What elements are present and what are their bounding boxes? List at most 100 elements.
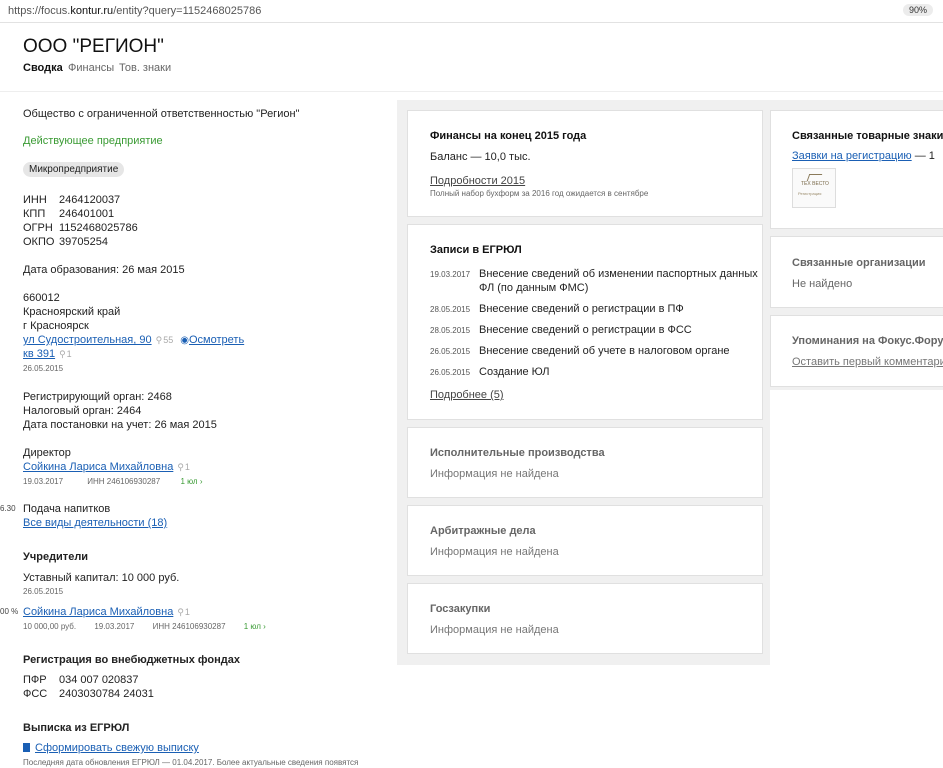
finance-balance: Баланс — 10,0 тыс.	[430, 151, 531, 163]
trademark-applications-link[interactable]: Заявки на регистрацию	[792, 150, 912, 162]
size-badge: Микропредприятие	[23, 162, 125, 177]
okved-code-edge: 6.30	[0, 504, 16, 513]
director-date: 19.03.2017	[23, 477, 64, 486]
fund-row-fss: ФСС 2403030784 24031	[23, 688, 154, 700]
address-street-row: ул Судостроительная, 90 ⚲55 ◉Осмотреть	[23, 334, 244, 346]
main-activity: Подача напитков	[23, 503, 111, 515]
tax-date: Дата постановки на учет: 26 мая 2015	[23, 419, 217, 431]
record-date: 19.03.2017	[430, 270, 471, 279]
finance-title: Финансы на конец 2015 года	[430, 130, 587, 142]
house-icon	[806, 174, 823, 181]
tax-organ: Налоговый орган: 2464	[23, 405, 142, 417]
founder-date: 19.03.2017	[94, 622, 135, 631]
apt-count: 1	[66, 349, 72, 359]
address-bar[interactable]: https://focus.kontur.ru/entity?query=115…	[0, 0, 943, 23]
director-inn: ИНН 246106930287	[87, 477, 161, 486]
url-text[interactable]: https://focus.kontur.ru/entity?query=115…	[8, 5, 261, 17]
forum-comment-link[interactable]: Оставить первый комментарий	[792, 356, 943, 368]
funds-heading: Регистрация во внебюджетных фондах	[23, 654, 240, 666]
related-orgs-card: Связанные организации Не найдено	[770, 236, 943, 308]
id-row-okpo: ОКПО 39705254	[23, 236, 108, 248]
finance-note: Полный набор бухформ за 2016 год ожидает…	[430, 189, 649, 198]
exec-title: Исполнительные производства	[430, 447, 605, 459]
related-orgs-text: Не найдено	[792, 278, 853, 290]
egrul-more-link[interactable]: Подробнее (5)	[430, 389, 504, 401]
founded-date: Дата образования: 26 мая 2015	[23, 264, 185, 276]
url-host: kontur.ru	[70, 5, 114, 17]
fund-label: ФСС	[23, 688, 48, 700]
id-row-kpp: КПП 246401001	[23, 208, 114, 220]
document-icon	[23, 743, 30, 752]
search-icon[interactable]: ⚲	[156, 335, 163, 345]
inspect-link[interactable]: Осмотреть	[189, 334, 244, 346]
fund-row-pfr: ПФР 034 007 020837	[23, 674, 139, 686]
id-label: ОКПО	[23, 236, 55, 248]
search-icon[interactable]: ⚲	[177, 607, 184, 617]
extract-heading: Выписка из ЕГРЮЛ	[23, 722, 130, 734]
director-row: Сойкина Лариса Михайловна ⚲1	[23, 461, 190, 473]
address-city: г Красноярск	[23, 320, 89, 332]
zoom-indicator[interactable]: 90%	[902, 4, 933, 16]
record-text: Создание ЮЛ	[479, 366, 550, 378]
map-pin-icon[interactable]: ◉	[180, 335, 189, 346]
director-name-link[interactable]: Сойкина Лариса Михайловна	[23, 461, 173, 473]
fund-value: 034 007 020837	[59, 674, 139, 686]
egrul-title: Записи в ЕГРЮЛ	[430, 244, 522, 256]
search-icon[interactable]: ⚲	[177, 462, 184, 472]
address-apt-link[interactable]: кв 391	[23, 348, 55, 360]
arbitration-card: Арбитражные дела Информация не найдена	[407, 505, 763, 576]
finance-card: Финансы на конец 2015 года Баланс — 10,0…	[407, 110, 763, 217]
page-title: ООО "РЕГИОН"	[23, 36, 164, 57]
address-apt-row: кв 391 ⚲1	[23, 348, 72, 360]
trademarks-card: Связанные товарные знаки Заявки на регис…	[770, 110, 943, 229]
record-text: Внесение сведений о регистрации в ФСС	[479, 324, 692, 336]
id-label: ИНН	[23, 194, 47, 206]
extract-link-row: Сформировать свежую выписку	[23, 742, 199, 754]
extract-note: Последняя дата обновления ЕГРЮЛ — 01.04.…	[23, 758, 359, 767]
header-divider	[0, 91, 943, 92]
egrul-card: Записи в ЕГРЮЛ 19.03.2017 Внесение сведе…	[407, 224, 763, 420]
all-activities-row: Все виды деятельности (18)	[23, 517, 167, 529]
record-text-line2: ФЛ (по данным ФМС)	[479, 282, 589, 294]
exec-card: Исполнительные производства Информация н…	[407, 427, 763, 498]
id-value: 39705254	[59, 236, 108, 248]
founder-name-link[interactable]: Сойкина Лариса Михайловна	[23, 606, 173, 618]
company-full-name: Общество с ограниченной ответственностью…	[23, 108, 300, 120]
extract-link[interactable]: Сформировать свежую выписку	[35, 742, 199, 754]
record-date: 26.05.2015	[430, 347, 471, 356]
address-date: 26.05.2015	[23, 364, 64, 373]
logo-subtext: Регистрация	[798, 191, 822, 196]
tab-trademarks[interactable]: Тов. знаки	[119, 62, 171, 74]
id-label: ОГРН	[23, 222, 53, 234]
arbitration-title: Арбитражные дела	[430, 525, 536, 537]
address-street-link[interactable]: ул Судостроительная, 90	[23, 334, 152, 346]
related-orgs-title: Связанные организации	[792, 257, 926, 269]
finance-details-link[interactable]: Подробности 2015	[430, 175, 525, 187]
url-path: /entity?query=1152468025786	[113, 5, 262, 17]
trademark-logo[interactable]: ТЕХ ВЕСТО Регистрация	[792, 168, 836, 208]
id-value: 2464120037	[59, 194, 121, 206]
trademark-count: — 1	[914, 150, 935, 162]
founder-amount: 10 000,00 руб.	[23, 622, 77, 631]
tab-summary[interactable]: Сводка	[23, 62, 63, 74]
procurement-title: Госзакупки	[430, 603, 491, 615]
director-heading: Директор	[23, 447, 71, 459]
capital-date: 26.05.2015	[23, 587, 64, 596]
founder-orgs-link[interactable]: 1 юл ›	[244, 622, 266, 631]
record-text: Внесение сведений о регистрации в ПФ	[479, 303, 684, 315]
procurement-text: Информация не найдена	[430, 624, 559, 636]
founders-heading: Учредители	[23, 551, 89, 563]
street-count: 55	[163, 335, 174, 345]
tab-finance[interactable]: Финансы	[68, 62, 114, 74]
founder-row: Сойкина Лариса Михайловна ⚲1	[23, 606, 190, 618]
director-meta: 19.03.2017 ИНН 246106930287 1 юл ›	[23, 477, 203, 486]
id-value: 246401001	[59, 208, 115, 220]
address-zip: 660012	[23, 292, 60, 304]
all-activities-link[interactable]: Все виды деятельности (18)	[23, 517, 167, 529]
reg-organ: Регистрирующий орган: 2468	[23, 391, 172, 403]
address-region: Красноярский край	[23, 306, 121, 318]
founder-meta: 10 000,00 руб. 19.03.2017 ИНН 2461069302…	[23, 622, 266, 631]
director-orgs-link[interactable]: 1 юл ›	[180, 477, 202, 486]
company-status: Действующее предприятие	[23, 135, 163, 147]
search-icon[interactable]: ⚲	[59, 349, 66, 359]
